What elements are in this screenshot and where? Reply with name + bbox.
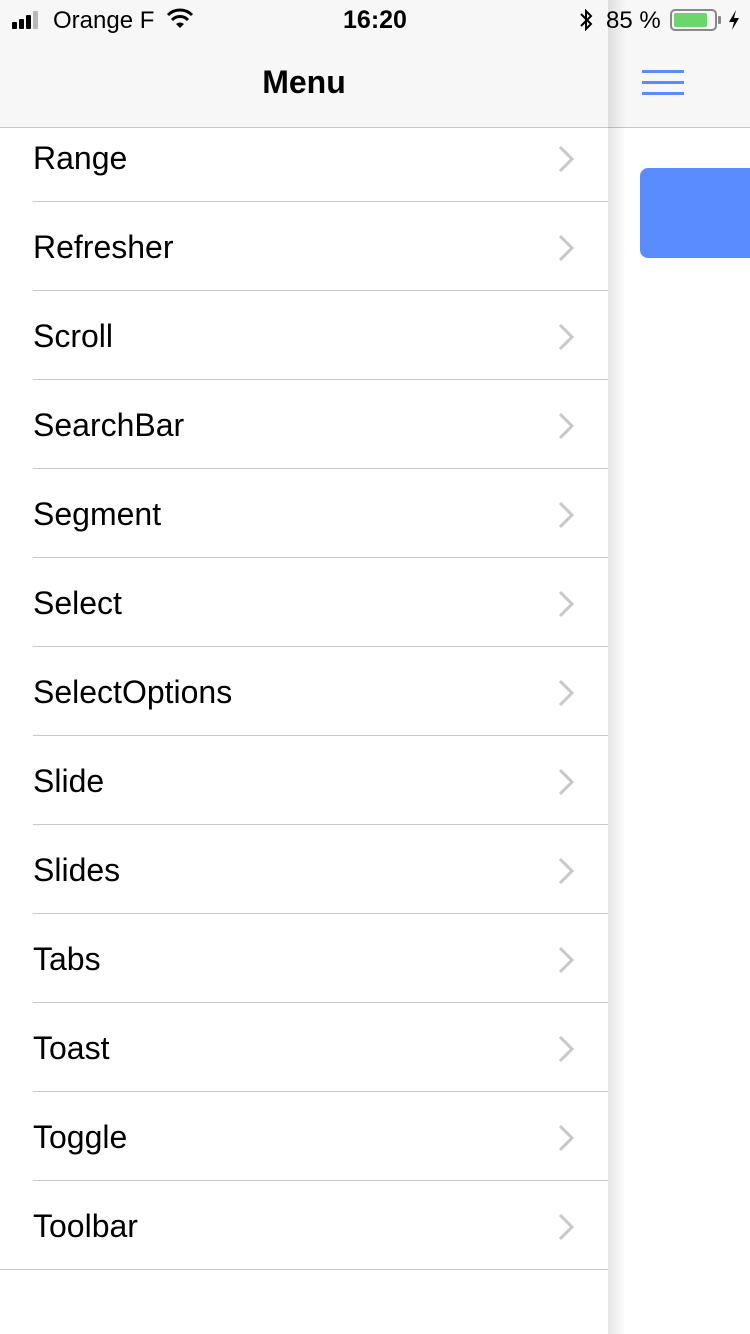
menu-item-label: Slide [33,763,105,799]
chevron-right-icon [558,412,575,440]
menu-item-label: Select [33,585,122,621]
menu-item-label: Range [33,140,128,176]
chevron-right-icon [558,501,575,529]
chevron-right-icon [558,768,575,796]
menu-item-scroll[interactable]: Scroll [0,291,608,380]
chevron-right-icon [558,1213,575,1241]
menu-shadow [608,0,626,1334]
menu-item-label: Refresher [33,229,174,265]
chevron-right-icon [558,1035,575,1063]
hamburger-icon[interactable] [642,68,686,98]
bluetooth-icon [580,8,593,32]
chevron-right-icon [558,234,575,262]
menu-item-label: SearchBar [33,407,185,443]
menu-item-label: SelectOptions [33,674,233,710]
chevron-right-icon [558,946,575,974]
battery-icon [670,9,721,31]
main-content [608,0,750,1334]
menu-item-label: Slides [33,852,121,888]
menu-item-label: Segment [33,496,162,532]
side-menu: Menu Range Refresher Scroll SearchBar Segmen… [0,0,608,1334]
menu-item-label: Toggle [33,1119,128,1155]
menu-item-label: Toolbar [33,1208,138,1244]
chevron-right-icon [558,145,575,173]
status-bar: Orange F 16:20 85 % [0,0,750,40]
menu-item-range[interactable]: Range [0,113,608,202]
divider [0,1269,608,1270]
chevron-right-icon [558,1124,575,1152]
menu-item-selectoptions[interactable]: SelectOptions [0,647,608,736]
primary-button[interactable] [640,168,750,258]
menu-item-label: Toast [33,1030,110,1066]
charging-bolt-icon [729,10,739,30]
battery-percent: 85 % [606,7,661,34]
menu-item-toolbar[interactable]: Toolbar [0,1181,608,1270]
chevron-right-icon [558,323,575,351]
chevron-right-icon [558,590,575,618]
menu-item-label: Tabs [33,941,101,977]
menu-item-searchbar[interactable]: SearchBar [0,380,608,469]
menu-list: Range Refresher Scroll SearchBar Segment Sele… [0,113,608,1270]
menu-item-slides[interactable]: Slides [0,825,608,914]
chevron-right-icon [558,857,575,885]
menu-item-refresher[interactable]: Refresher [0,202,608,291]
menu-item-toggle[interactable]: Toggle [0,1092,608,1181]
menu-title: Menu [262,64,346,100]
menu-item-toast[interactable]: Toast [0,1003,608,1092]
menu-item-select[interactable]: Select [0,558,608,647]
menu-item-segment[interactable]: Segment [0,469,608,558]
screen: Orange F 16:20 85 % Menu Range Refresher… [0,0,750,1334]
chevron-right-icon [558,679,575,707]
menu-item-slide[interactable]: Slide [0,736,608,825]
menu-item-label: Scroll [33,318,114,354]
menu-item-tabs[interactable]: Tabs [0,914,608,1003]
